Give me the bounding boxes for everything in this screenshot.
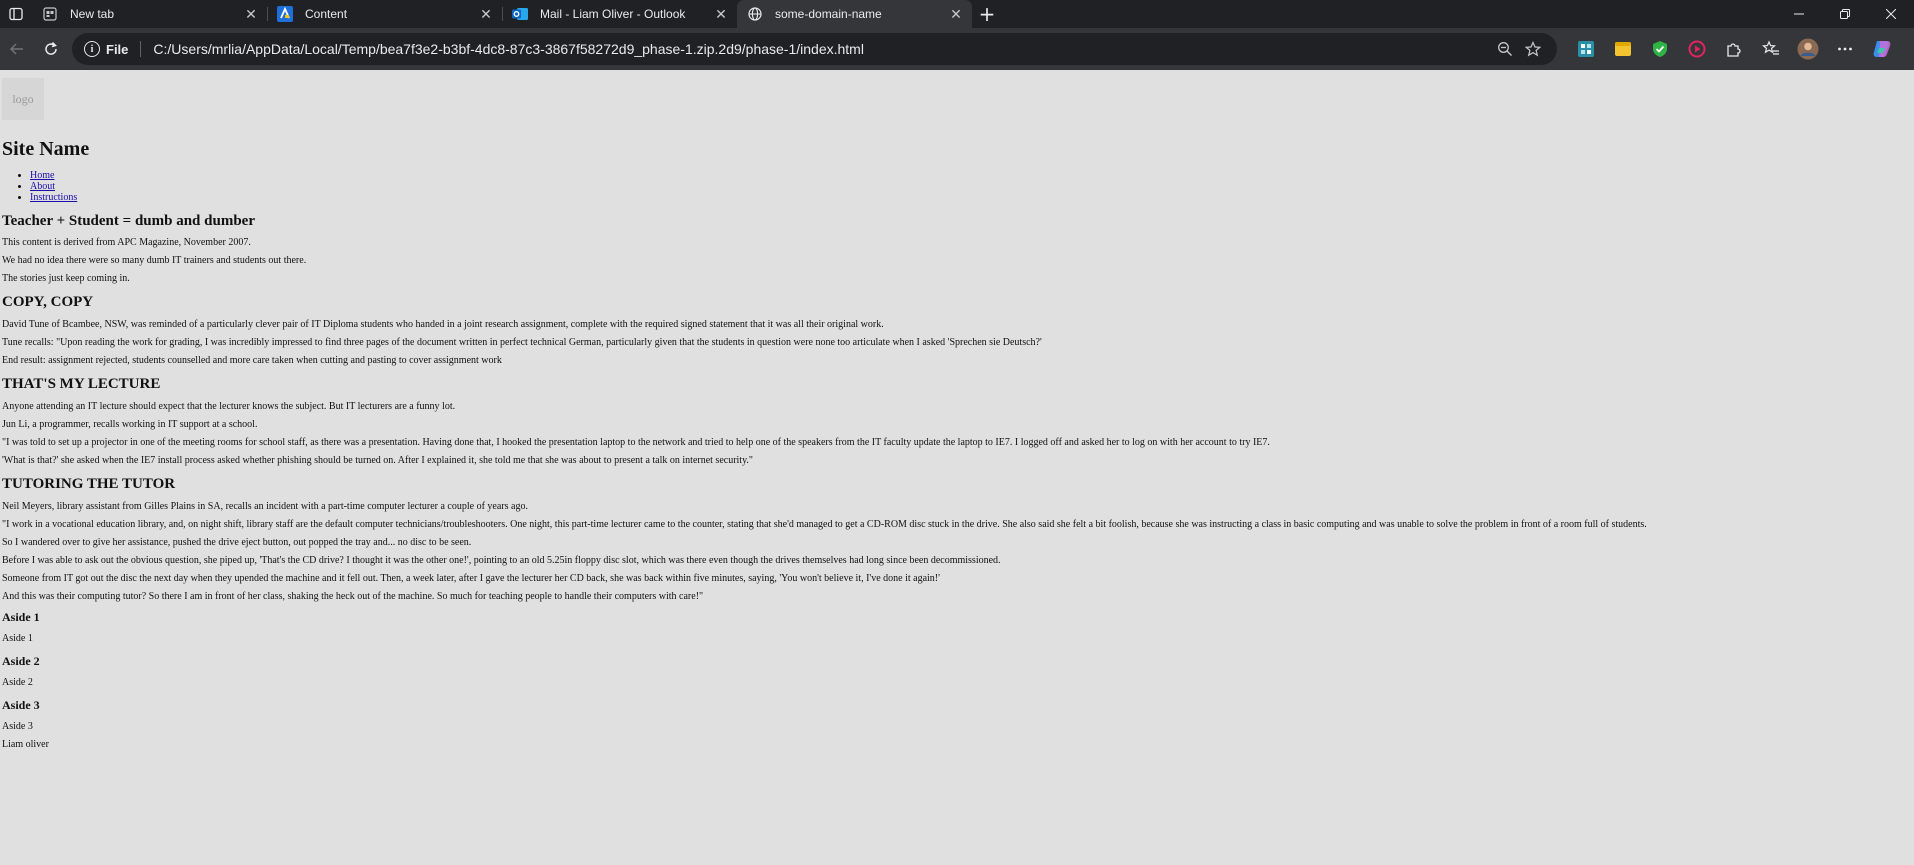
url-text[interactable]: C:/Users/mrlia/AppData/Local/Temp/bea7f3… <box>153 41 1491 57</box>
article-paragraph: 'What is that?' she asked when the IE7 i… <box>2 455 754 466</box>
close-tab-icon[interactable]: ✕ <box>713 6 729 22</box>
copilot-button[interactable] <box>1863 34 1900 64</box>
nav-item: Instructions <box>30 192 1914 203</box>
article-paragraph: Jun Li, a programmer, recalls working in… <box>2 419 258 430</box>
extension-teal-button[interactable] <box>1567 34 1604 64</box>
article-paragraph: Neil Meyers, library assistant from Gill… <box>2 501 528 512</box>
tab-outlook[interactable]: Mail - Liam Oliver - Outlook ✕ <box>502 0 737 28</box>
close-window-button[interactable] <box>1868 0 1914 28</box>
article-paragraph: End result: assignment rejected, student… <box>2 355 502 366</box>
nav-item: About <box>30 181 1914 192</box>
section-heading: THAT'S MY LECTURE <box>2 376 161 392</box>
nav-link-about[interactable]: About <box>30 181 55 192</box>
tab-actions-menu-button[interactable] <box>0 0 32 28</box>
browser-toolbar: i File C:/Users/mrlia/AppData/Local/Temp… <box>0 28 1914 70</box>
article-paragraph: Someone from IT got out the disc the nex… <box>2 573 940 584</box>
article-paragraph: The stories just keep coming in. <box>2 273 130 284</box>
page-content: logo Site Name Home About Instructions T… <box>0 70 1914 865</box>
article-paragraph: And this was their computing tutor? So t… <box>2 591 704 602</box>
copilot-icon <box>1873 41 1890 57</box>
close-tab-icon[interactable]: ✕ <box>243 6 259 22</box>
favorites-list-icon <box>1761 40 1779 55</box>
tab-strip: New tab ✕ Content ✕ Mail - Liam Oliver -… <box>0 0 1914 28</box>
grid-extension-icon <box>1577 41 1594 57</box>
settings-menu-button[interactable] <box>1826 34 1863 64</box>
article-paragraph: Before I was able to ask out the obvious… <box>2 555 1001 566</box>
aside-text: Aside 1 <box>2 633 33 644</box>
restore-icon <box>1840 9 1850 19</box>
close-tab-icon[interactable]: ✕ <box>948 6 964 22</box>
refresh-button[interactable] <box>34 32 68 66</box>
divider <box>140 41 142 57</box>
play-circle-icon <box>1688 40 1705 58</box>
article-paragraph: David Tune of Bcambee, NSW, was reminded… <box>2 319 884 330</box>
article-paragraph: "I work in a vocational education librar… <box>2 519 1647 530</box>
address-bar[interactable]: i File C:/Users/mrlia/AppData/Local/Temp… <box>72 33 1557 65</box>
plus-icon: + <box>978 2 996 26</box>
aside-text: Aside 3 <box>2 721 33 732</box>
tab-title: Content <box>305 7 348 21</box>
extensions-area <box>1567 34 1900 64</box>
site-name: Site Name <box>2 138 90 160</box>
refresh-icon <box>45 41 57 55</box>
aside-text: Aside 2 <box>2 677 33 688</box>
article-paragraph: "I was told to set up a projector in one… <box>2 437 1270 448</box>
info-icon[interactable]: i <box>84 41 100 57</box>
zoom-out-icon[interactable] <box>1491 41 1519 57</box>
article-paragraph: Tune recalls: "Upon reading the work for… <box>2 337 1042 348</box>
tab-some-domain-name[interactable]: some-domain-name ✕ <box>737 0 972 28</box>
nav-link-home[interactable]: Home <box>30 170 54 181</box>
article-paragraph: Anyone attending an IT lecture should ex… <box>2 401 456 412</box>
url-scheme: File <box>106 41 129 57</box>
extension-media-button[interactable] <box>1678 34 1715 64</box>
favorites-button[interactable] <box>1752 34 1789 64</box>
aside-heading: Aside 1 <box>2 610 40 624</box>
newtab-icon <box>42 6 58 22</box>
extensions-button[interactable] <box>1715 34 1752 64</box>
content-app-icon <box>277 6 293 22</box>
window-controls <box>1776 0 1914 28</box>
profile-button[interactable] <box>1789 34 1826 64</box>
sticky-note-icon <box>1614 42 1631 56</box>
extension-shield-button[interactable] <box>1641 34 1678 64</box>
article-paragraph: This content is derived from APC Magazin… <box>2 237 251 248</box>
restore-button[interactable] <box>1822 0 1868 28</box>
arrow-left-icon <box>9 43 23 55</box>
puzzle-icon <box>1726 43 1741 57</box>
tab-title: some-domain-name <box>775 7 882 21</box>
minimize-button[interactable] <box>1776 0 1822 28</box>
shield-icon <box>1652 41 1667 57</box>
outlook-icon <box>512 6 528 22</box>
avatar <box>1797 38 1818 60</box>
globe-icon <box>747 6 763 22</box>
close-icon <box>1886 9 1896 19</box>
section-heading: TUTORING THE TUTOR <box>2 476 176 492</box>
extension-notes-button[interactable] <box>1604 34 1641 64</box>
article-paragraph: So I wandered over to give her assistanc… <box>2 537 472 548</box>
new-tab-button[interactable]: + <box>972 0 1002 28</box>
section-heading: COPY, COPY <box>2 294 94 310</box>
site-nav: Home About Instructions <box>30 170 1914 203</box>
close-tab-icon[interactable]: ✕ <box>478 6 494 22</box>
back-button[interactable] <box>0 32 34 66</box>
tab-title: Mail - Liam Oliver - Outlook <box>540 7 686 21</box>
article-title: Teacher + Student = dumb and dumber <box>2 213 255 229</box>
nav-link-instructions[interactable]: Instructions <box>30 192 77 203</box>
site-logo: logo <box>2 78 44 120</box>
nav-item: Home <box>30 170 1914 181</box>
favorite-star-icon[interactable] <box>1519 41 1547 57</box>
tab-new-tab[interactable]: New tab ✕ <box>32 0 267 28</box>
tab-actions-icon <box>9 7 23 21</box>
tab-title: New tab <box>70 7 115 21</box>
aside-heading: Aside 3 <box>2 698 40 712</box>
minimize-icon <box>1794 13 1804 15</box>
more-horizontal-icon <box>1837 47 1852 51</box>
article-paragraph: We had no idea there were so many dumb I… <box>2 255 307 266</box>
tab-content[interactable]: Content ✕ <box>267 0 502 28</box>
aside-heading: Aside 2 <box>2 654 40 668</box>
footer-author: Liam oliver <box>2 739 49 750</box>
